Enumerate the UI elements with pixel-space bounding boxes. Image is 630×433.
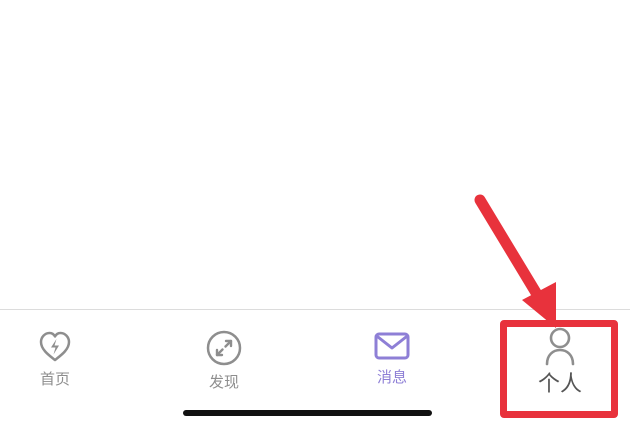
annotation-arrow [474,194,556,328]
